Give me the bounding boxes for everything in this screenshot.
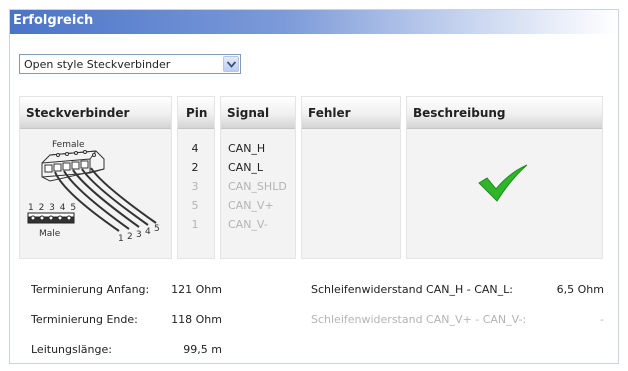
male-pin-numbers: 1 2 3 4 5 <box>28 203 77 213</box>
pin-cell: 3 <box>191 180 199 193</box>
signal-list: CAN_H CAN_L CAN_SHLD CAN_V+ CAN_V- <box>221 139 295 234</box>
cable-length-label: Leitungslänge: <box>31 343 112 356</box>
pin-cell: 2 <box>191 161 199 174</box>
status-title: Erfolgreich <box>13 13 94 28</box>
wire-pin-5: 5 <box>154 224 160 234</box>
male-label: Male <box>39 229 61 239</box>
error-column: Fehler <box>301 96 401 259</box>
wire-pin-3: 3 <box>136 230 142 240</box>
signal-cell: CAN_SHLD <box>228 180 287 193</box>
loop-resistance-v-label: Schleifenwiderstand CAN_V+ - CAN_V-: <box>311 313 527 326</box>
chevron-down-icon <box>227 61 236 68</box>
pin-column-header: Pin <box>178 97 214 129</box>
connector-type-value: Open style Steckverbinder <box>24 58 171 71</box>
signal-column-header: Signal <box>221 97 295 129</box>
connector-pinout-icon: Female 1 2 3 4 5 1 2 3 4 5 Male <box>27 140 160 244</box>
error-column-header: Fehler <box>302 97 400 129</box>
connector-column: Steckverbinder Female 1 2 3 4 5 1 2 3 4 … <box>19 96 172 259</box>
pin-column: Pin 4 2 3 5 1 <box>177 96 215 259</box>
pin-list: 4 2 3 5 1 <box>178 139 214 234</box>
signal-cell: CAN_L <box>228 161 264 174</box>
pin-cell: 1 <box>191 218 199 231</box>
connector-column-header: Steckverbinder <box>20 97 171 129</box>
signal-cell: CAN_H <box>228 142 266 155</box>
signal-cell: CAN_V+ <box>228 199 274 212</box>
female-label: Female <box>52 140 85 150</box>
wire-pin-4: 4 <box>145 227 151 237</box>
termination-end-label: Terminierung Ende: <box>31 313 138 326</box>
signal-column: Signal CAN_H CAN_L CAN_SHLD CAN_V+ CAN_V… <box>220 96 296 259</box>
wire-pin-1: 1 <box>118 234 124 244</box>
status-header: Erfolgreich <box>10 10 618 34</box>
signal-cell: CAN_V- <box>228 218 268 231</box>
loop-resistance-v-value: - <box>600 313 604 326</box>
termination-start-label: Terminierung Anfang: <box>31 283 150 296</box>
termination-end-value: 118 Ohm <box>171 313 222 326</box>
termination-start-value: 121 Ohm <box>171 283 222 296</box>
dropdown-button[interactable] <box>223 56 239 72</box>
checkmark-icon <box>478 164 528 202</box>
pin-cell: 5 <box>191 199 199 212</box>
connector-type-select[interactable]: Open style Steckverbinder <box>19 54 241 74</box>
loop-resistance-can-label: Schleifenwiderstand CAN_H - CAN_L: <box>311 283 513 296</box>
cable-length-value: 99,5 m <box>183 343 222 356</box>
loop-resistance-can-value: 6,5 Ohm <box>556 283 604 296</box>
description-column: Beschreibung <box>406 96 603 259</box>
pin-cell: 4 <box>191 142 199 155</box>
wire-pin-2: 2 <box>127 232 133 242</box>
description-column-header: Beschreibung <box>407 97 602 129</box>
